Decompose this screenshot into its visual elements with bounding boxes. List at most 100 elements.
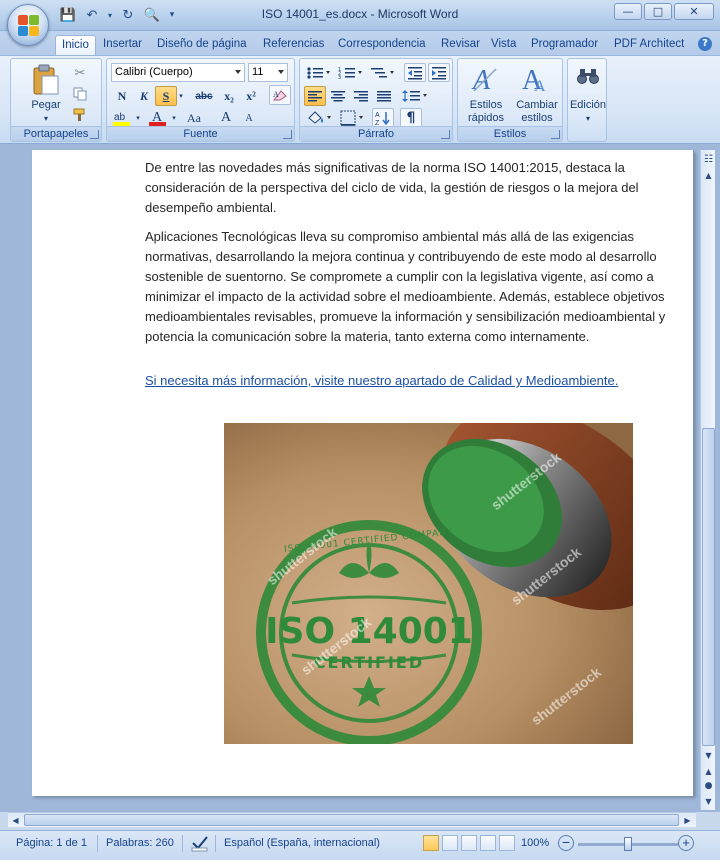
increase-indent-icon[interactable]: [428, 63, 450, 82]
ruler-toggle-icon[interactable]: ☷: [702, 152, 715, 166]
page-count[interactable]: Página: 1 de 1: [16, 837, 87, 849]
zoom-slider[interactable]: [578, 837, 678, 851]
change-styles-icon[interactable]: AA: [520, 63, 552, 95]
binoculars-icon[interactable]: [576, 63, 600, 89]
editing-dropdown-icon[interactable]: ▾: [566, 112, 610, 125]
editing-button[interactable]: Edición: [566, 99, 610, 112]
subscript-button[interactable]: x₂: [218, 86, 240, 106]
clear-format-icon[interactable]: A: [269, 85, 291, 105]
svg-text:ab: ab: [114, 112, 126, 123]
tab-insertar[interactable]: Insertar: [97, 35, 148, 55]
change-styles-button[interactable]: Cambiar estilos: [512, 99, 562, 125]
font-size-select[interactable]: 11: [248, 63, 288, 82]
paste-icon[interactable]: [31, 63, 61, 97]
office-button[interactable]: [7, 4, 49, 46]
paragraph-1[interactable]: De entre las novedades más significativa…: [145, 158, 690, 218]
superscript-button[interactable]: x²: [240, 86, 262, 106]
outline-view-button[interactable]: [480, 835, 496, 851]
tab-referencias[interactable]: Referencias: [257, 35, 330, 55]
iso-14001-image[interactable]: ISO 14001 CERTIFIED ISO 14001 CERTIFIED …: [224, 423, 633, 744]
shrink-font-button[interactable]: A: [238, 108, 260, 128]
web-layout-view-button[interactable]: [461, 835, 477, 851]
tab-programador[interactable]: Programador: [525, 35, 604, 55]
tab-vista[interactable]: Vista: [485, 35, 522, 55]
tab-pdf-architect[interactable]: PDF Architect: [608, 35, 690, 55]
align-left-button[interactable]: [304, 86, 326, 106]
tab-diseno-de-pagina[interactable]: Diseño de página: [151, 35, 253, 55]
decrease-indent-icon[interactable]: [404, 63, 426, 82]
font-name-select[interactable]: Calibri (Cuerpo): [111, 63, 245, 82]
scroll-right-icon[interactable]: ▶: [681, 813, 694, 827]
paragraph-2[interactable]: Aplicaciones Tecnológicas lleva su compr…: [145, 227, 690, 347]
shading-icon[interactable]: [304, 108, 334, 128]
language-status[interactable]: Español (España, internacional): [224, 837, 380, 849]
numbering-icon[interactable]: 123: [336, 63, 366, 82]
cut-icon[interactable]: ✂: [71, 65, 89, 81]
help-icon[interactable]: ?: [698, 37, 712, 51]
draft-view-button[interactable]: [499, 835, 515, 851]
paste-dropdown-icon[interactable]: ▾: [25, 112, 67, 125]
previous-page-icon[interactable]: ▲: [702, 764, 715, 778]
zoom-level[interactable]: 100%: [521, 837, 549, 849]
quick-styles-icon[interactable]: A: [470, 63, 502, 95]
full-screen-reading-view-button[interactable]: [442, 835, 458, 851]
strikethrough-button[interactable]: abc: [191, 86, 217, 106]
horizontal-scrollbar[interactable]: ◀ ▶: [8, 812, 696, 827]
multilevel-list-icon[interactable]: [368, 63, 398, 82]
bold-button[interactable]: N: [111, 86, 133, 106]
change-case-button[interactable]: Aa: [181, 108, 207, 128]
zoom-slider-thumb[interactable]: [624, 837, 632, 851]
copy-icon[interactable]: [71, 86, 89, 102]
tab-correspondencia[interactable]: Correspondencia: [332, 35, 432, 55]
line-spacing-icon[interactable]: [400, 86, 430, 106]
grow-font-button[interactable]: A: [215, 108, 237, 128]
scroll-up-icon[interactable]: ▲: [702, 168, 715, 182]
info-link[interactable]: Si necesita más información, visite nues…: [145, 373, 618, 388]
status-separator: [215, 835, 216, 852]
highlight-dropdown-icon[interactable]: ▾: [134, 112, 142, 124]
font-color-dropdown-icon[interactable]: ▾: [170, 112, 178, 124]
vertical-scrollbar[interactable]: ☷ ▲ ▼ ▲ ● ▼: [700, 150, 715, 810]
browse-object-icon[interactable]: ●: [702, 779, 715, 793]
sort-icon[interactable]: AZ: [372, 108, 394, 128]
font-color-icon[interactable]: A: [147, 108, 169, 128]
show-formatting-icon[interactable]: ¶: [400, 108, 422, 128]
ribbon-tabs: Inicio Insertar Diseño de página Referen…: [0, 31, 720, 55]
portapapeles-launcher-icon[interactable]: [90, 130, 99, 139]
word-count[interactable]: Palabras: 260: [106, 837, 174, 849]
bullets-icon[interactable]: [304, 63, 334, 82]
minimize-button[interactable]: —: [614, 3, 642, 20]
paste-button[interactable]: Pegar: [25, 99, 67, 112]
underline-dropdown-icon[interactable]: ▾: [177, 90, 185, 102]
highlight-icon[interactable]: ab: [111, 108, 133, 128]
maximize-button[interactable]: □: [644, 3, 672, 20]
estilos-launcher-icon[interactable]: [551, 130, 560, 139]
italic-button[interactable]: K: [133, 86, 155, 106]
font-size-value: 11: [252, 66, 264, 78]
fuente-launcher-icon[interactable]: [283, 130, 292, 139]
group-label-estilos: Estilos: [458, 126, 562, 141]
format-painter-icon[interactable]: [71, 107, 89, 123]
align-center-button[interactable]: [327, 86, 349, 106]
horizontal-scroll-thumb[interactable]: [24, 814, 679, 826]
status-separator: [182, 835, 183, 852]
vertical-scroll-thumb[interactable]: [702, 428, 715, 746]
window-controls: — □ ✕: [614, 3, 714, 20]
scroll-down-icon[interactable]: ▼: [702, 748, 715, 762]
align-right-button[interactable]: [350, 86, 372, 106]
scroll-left-icon[interactable]: ◀: [9, 813, 22, 827]
next-page-icon[interactable]: ▼: [702, 794, 715, 808]
close-button[interactable]: ✕: [674, 3, 714, 20]
tab-revisar[interactable]: Revisar: [435, 35, 486, 55]
stamp-main-text: ISO 14001: [265, 611, 473, 652]
underline-button[interactable]: S: [155, 86, 177, 106]
zoom-in-icon[interactable]: +: [678, 835, 694, 851]
proofing-icon[interactable]: [190, 834, 210, 855]
print-layout-view-button[interactable]: [423, 835, 439, 851]
zoom-out-icon[interactable]: −: [558, 835, 574, 851]
quick-styles-button[interactable]: Estilos rápidos: [460, 99, 512, 125]
tab-inicio[interactable]: Inicio: [55, 35, 96, 55]
borders-icon[interactable]: [338, 108, 368, 128]
justify-button[interactable]: [373, 86, 395, 106]
parrafo-launcher-icon[interactable]: [441, 130, 450, 139]
